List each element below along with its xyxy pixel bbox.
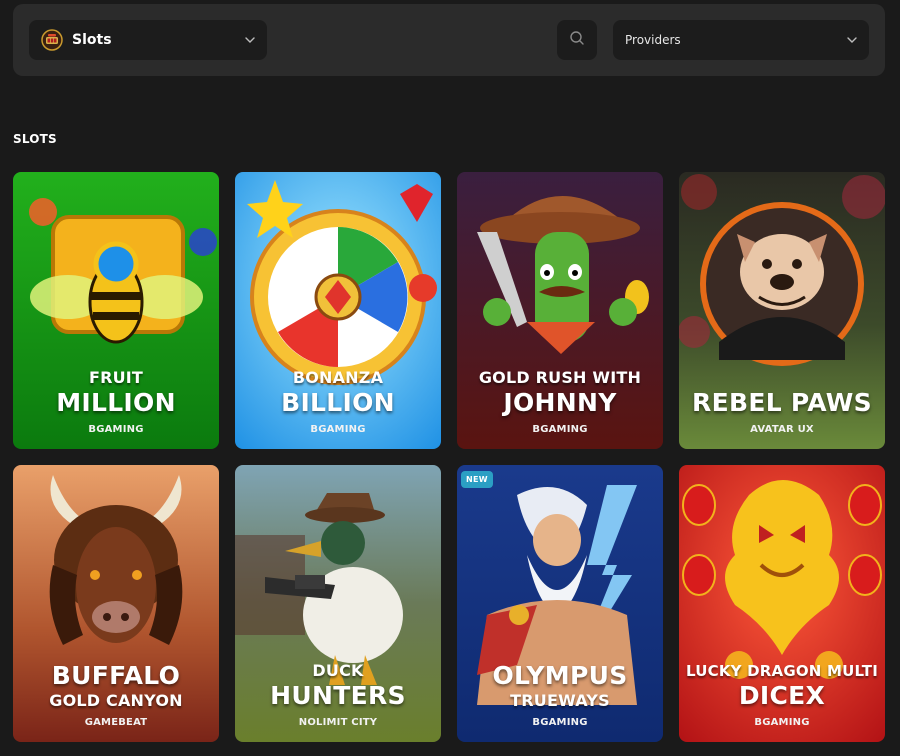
search-icon bbox=[569, 30, 585, 50]
game-title-line1: OLYMPUS bbox=[492, 661, 628, 690]
game-title: BUFFALO GOLD CANYON GAMEBEAT bbox=[13, 661, 219, 728]
game-provider: BGAMING bbox=[532, 717, 588, 728]
game-card[interactable]: GOLD RUSH WITH JOHNNY BGAMING bbox=[457, 172, 663, 449]
section-title: SLOTS bbox=[13, 132, 57, 146]
game-title-line2: JOHNNY bbox=[503, 388, 617, 417]
game-title: DUCK HUNTERS NOLIMIT CITY bbox=[235, 661, 441, 728]
category-dropdown[interactable]: Slots bbox=[29, 20, 267, 60]
game-title-line2: MILLION bbox=[56, 388, 176, 417]
game-title: OLYMPUS TRUEWAYS BGAMING bbox=[457, 661, 663, 728]
game-card[interactable]: DUCK HUNTERS NOLIMIT CITY bbox=[235, 465, 441, 742]
chevron-down-icon bbox=[847, 35, 857, 45]
game-provider: BGAMING bbox=[754, 717, 810, 728]
slot-machine-icon bbox=[41, 29, 63, 51]
providers-label: Providers bbox=[625, 33, 681, 47]
game-provider: BGAMING bbox=[88, 424, 144, 435]
game-title-line2: DICEX bbox=[738, 681, 826, 710]
game-title-line1: GOLD RUSH WITH bbox=[478, 368, 642, 387]
game-title-line1: LUCKY DRAGON MULTI bbox=[686, 662, 878, 680]
game-title-line1: BONANZA bbox=[292, 368, 384, 387]
category-label: Slots bbox=[72, 32, 112, 48]
game-title-line2: BILLION bbox=[281, 388, 395, 417]
game-provider: AVATAR UX bbox=[750, 424, 814, 435]
game-title: GOLD RUSH WITH JOHNNY BGAMING bbox=[457, 368, 663, 435]
game-card[interactable]: REBEL PAWS AVATAR UX bbox=[679, 172, 885, 449]
filter-bar: Slots Providers bbox=[13, 4, 885, 76]
game-card[interactable]: FRUIT MILLION BGAMING bbox=[13, 172, 219, 449]
game-provider: BGAMING bbox=[532, 424, 588, 435]
game-title: REBEL PAWS AVATAR UX bbox=[679, 388, 885, 435]
chevron-down-icon bbox=[245, 35, 255, 45]
game-provider: NOLIMIT CITY bbox=[298, 717, 378, 728]
providers-dropdown[interactable]: Providers bbox=[613, 20, 869, 60]
game-title-line2: GOLD CANYON bbox=[49, 691, 183, 710]
game-title-line1: REBEL PAWS bbox=[692, 388, 872, 417]
game-card[interactable]: BONANZA BILLION BGAMING bbox=[235, 172, 441, 449]
game-title-line1: DUCK bbox=[312, 661, 364, 680]
game-title-line1: FRUIT bbox=[88, 368, 144, 387]
game-provider: BGAMING bbox=[310, 424, 366, 435]
game-title: FRUIT MILLION BGAMING bbox=[13, 368, 219, 435]
game-card[interactable]: NEW OLYMPUS TRUEWAYS BGAMING bbox=[457, 465, 663, 742]
game-title-line1: BUFFALO bbox=[51, 661, 181, 690]
games-grid: FRUIT MILLION BGAMING BONANZA BILLION BG… bbox=[13, 172, 885, 742]
game-title: BONANZA BILLION BGAMING bbox=[235, 368, 441, 435]
search-button[interactable] bbox=[557, 20, 597, 60]
new-badge: NEW bbox=[461, 471, 493, 488]
game-title: LUCKY DRAGON MULTI DICEX BGAMING bbox=[679, 661, 885, 728]
game-card[interactable]: BUFFALO GOLD CANYON GAMEBEAT bbox=[13, 465, 219, 742]
game-provider: GAMEBEAT bbox=[84, 717, 148, 728]
game-title-line2: HUNTERS bbox=[270, 681, 406, 710]
game-title-line2: TRUEWAYS bbox=[510, 691, 610, 710]
game-card[interactable]: LUCKY DRAGON MULTI DICEX BGAMING bbox=[679, 465, 885, 742]
